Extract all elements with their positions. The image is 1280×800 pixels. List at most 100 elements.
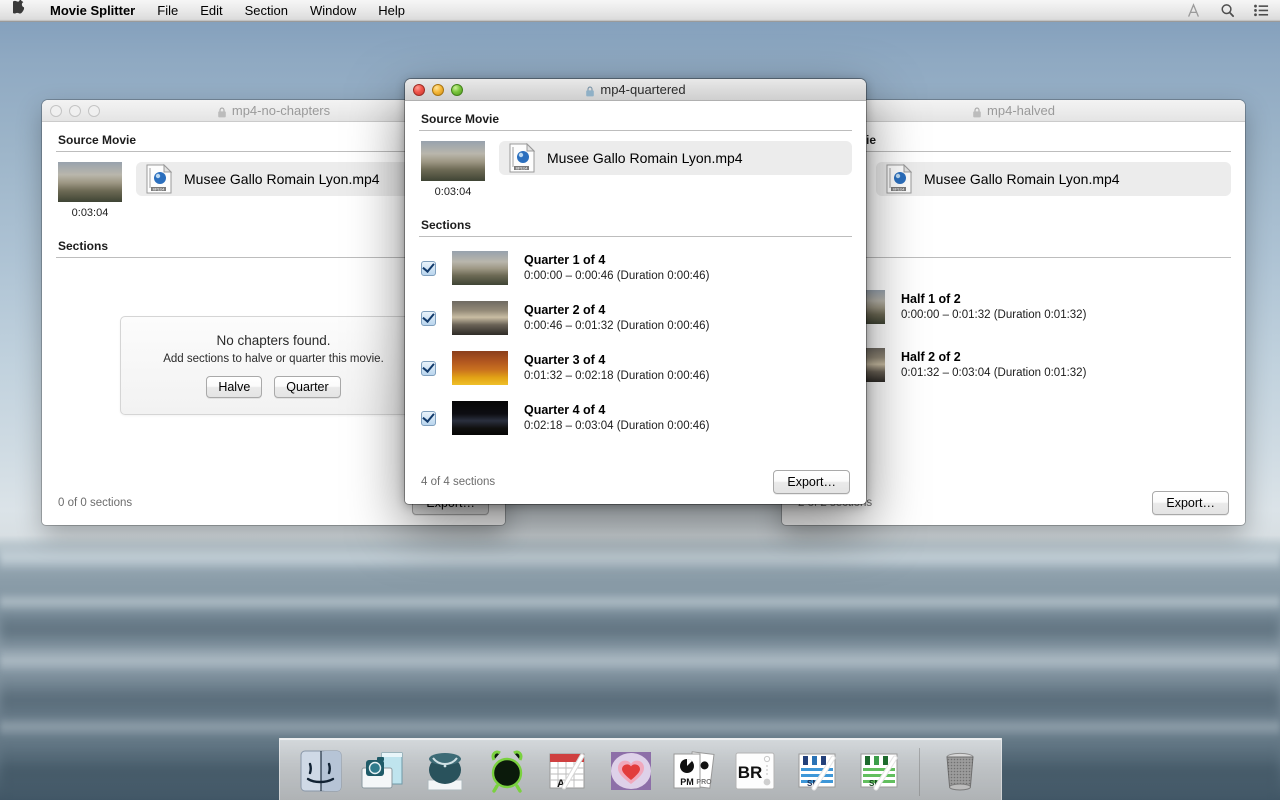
svg-text:PM: PM bbox=[680, 777, 694, 787]
menu-item-section[interactable]: Section bbox=[234, 0, 299, 22]
sections-list-front: Quarter 1 of 4 0:00:00 – 0:00:46 (Duratio… bbox=[405, 237, 866, 443]
section-checkbox[interactable] bbox=[421, 359, 436, 376]
section-info: Half 2 of 2 0:01:32 – 0:03:04 (Duration 0… bbox=[901, 349, 1086, 381]
source-file-front[interactable]: MPEG4 Musee Gallo Romain Lyon.mp4 bbox=[499, 141, 852, 175]
checkmark-icon bbox=[422, 409, 435, 423]
wallpaper-wave bbox=[0, 545, 1280, 571]
dock-item-calendar-paste[interactable]: A bbox=[542, 744, 596, 800]
section-info: Quarter 3 of 4 0:01:32 – 0:02:18 (Duratio… bbox=[524, 352, 709, 384]
svg-text:MPEG4: MPEG4 bbox=[153, 188, 165, 192]
svg-text:PRO: PRO bbox=[696, 779, 712, 786]
menu-bar-status-area bbox=[1184, 2, 1280, 20]
window-controls-front[interactable] bbox=[413, 84, 463, 96]
menu-item-help[interactable]: Help bbox=[367, 0, 416, 22]
quarter-button[interactable]: Quarter bbox=[274, 376, 341, 398]
empty-state-subtitle: Add sections to halve or quarter this mo… bbox=[163, 353, 384, 365]
source-filename-front: Musee Gallo Romain Lyon.mp4 bbox=[547, 150, 743, 166]
section-info: Quarter 4 of 4 0:02:18 – 0:03:04 (Duratio… bbox=[524, 402, 709, 434]
wallpaper-shadow bbox=[0, 610, 1280, 650]
dock-item-finder[interactable] bbox=[294, 744, 348, 800]
window-title-front: mp4-quartered bbox=[585, 82, 686, 97]
section-timerange: 0:00:00 – 0:00:46 (Duration 0:00:46) bbox=[524, 269, 710, 282]
wallpaper-wave bbox=[0, 592, 1280, 612]
dock-item-sm-blue[interactable]: SM bbox=[790, 744, 844, 800]
section-row[interactable]: Quarter 2 of 4 0:00:46 – 0:01:32 (Duratio… bbox=[405, 293, 866, 343]
lock-icon bbox=[972, 106, 982, 118]
window-body-front: Source Movie 0:03:04 MPEG4 Musee Gallo R… bbox=[405, 101, 866, 503]
section-timerange: 0:01:32 – 0:02:18 (Duration 0:00:46) bbox=[524, 369, 710, 382]
minimize-button[interactable] bbox=[432, 84, 444, 96]
section-row[interactable]: Quarter 1 of 4 0:00:00 – 0:00:46 (Duratio… bbox=[405, 243, 866, 293]
export-button-right[interactable]: Export… bbox=[1152, 491, 1229, 515]
mpeg-file-icon: MPEG4 bbox=[886, 163, 913, 194]
dock-shelf: A PM PRO BR SM SM bbox=[278, 738, 1002, 800]
menu-item-window[interactable]: Window bbox=[299, 0, 367, 22]
dock-item-pmpro[interactable]: PM PRO bbox=[666, 744, 720, 800]
svg-text:MPEG4: MPEG4 bbox=[893, 188, 905, 192]
window-title-left-text: mp4-no-chapters bbox=[231, 103, 331, 118]
source-thumbnail-left bbox=[58, 162, 122, 202]
section-title: Half 1 of 2 bbox=[901, 291, 961, 306]
section-count-left: 0 of 0 sections bbox=[58, 497, 133, 509]
wallpaper-wave bbox=[0, 648, 1280, 674]
window-title-front-text: mp4-quartered bbox=[600, 82, 686, 97]
titlebar-front[interactable]: mp4-quartered bbox=[405, 79, 866, 101]
empty-state-buttons: Halve Quarter bbox=[131, 376, 417, 398]
minimize-button[interactable] bbox=[69, 105, 81, 117]
section-timerange: 0:00:00 – 0:01:32 (Duration 0:01:32) bbox=[901, 308, 1087, 321]
zoom-button[interactable] bbox=[88, 105, 100, 117]
close-button[interactable] bbox=[413, 84, 425, 96]
dock-item-imovie[interactable] bbox=[356, 744, 410, 800]
notification-center-icon[interactable] bbox=[1252, 2, 1270, 20]
spotlight-search-icon[interactable] bbox=[1218, 2, 1236, 20]
dock-item-sm-green[interactable]: SM bbox=[852, 744, 906, 800]
halve-button[interactable]: Halve bbox=[206, 376, 263, 398]
section-title: Quarter 4 of 4 bbox=[524, 402, 606, 417]
menu-item-edit[interactable]: Edit bbox=[189, 0, 233, 22]
section-title: Quarter 3 of 4 bbox=[524, 352, 606, 367]
dock-separator bbox=[918, 748, 920, 796]
checkmark-icon bbox=[422, 359, 435, 373]
input-method-icon[interactable] bbox=[1184, 2, 1202, 20]
section-checkbox[interactable] bbox=[421, 309, 436, 326]
window-controls-left[interactable] bbox=[50, 105, 100, 117]
export-button-front[interactable]: Export… bbox=[773, 470, 850, 494]
apple-logo-icon[interactable] bbox=[0, 0, 39, 20]
source-movie-heading-front: Source Movie bbox=[421, 112, 500, 126]
section-thumbnail bbox=[452, 401, 508, 435]
dock-item-alarm-clock[interactable] bbox=[480, 744, 534, 800]
empty-state-panel: No chapters found. Add sections to halve… bbox=[119, 316, 428, 415]
section-checkbox[interactable] bbox=[421, 259, 436, 276]
window-mp4-quartered[interactable]: mp4-quartered Source Movie 0:03:04 MPEG4… bbox=[405, 79, 866, 504]
section-title: Quarter 1 of 4 bbox=[524, 252, 606, 267]
section-title: Quarter 2 of 4 bbox=[524, 302, 606, 317]
zoom-button[interactable] bbox=[451, 84, 463, 96]
empty-state-title: No chapters found. bbox=[216, 333, 331, 348]
dock-item-trash[interactable] bbox=[933, 744, 987, 800]
section-row[interactable]: Quarter 3 of 4 0:01:32 – 0:02:18 (Duratio… bbox=[405, 343, 866, 393]
section-timerange: 0:02:18 – 0:03:04 (Duration 0:00:46) bbox=[524, 419, 710, 432]
source-thumbnail-front bbox=[421, 141, 485, 181]
dock-item-rapidweaver[interactable] bbox=[418, 744, 472, 800]
section-info: Quarter 2 of 4 0:00:46 – 0:01:32 (Duratio… bbox=[524, 302, 709, 334]
menu-item-file[interactable]: File bbox=[146, 0, 189, 22]
source-filename-left: Musee Gallo Romain Lyon.mp4 bbox=[184, 171, 380, 187]
close-button[interactable] bbox=[50, 105, 62, 117]
dock-item-br[interactable]: BR bbox=[728, 744, 782, 800]
section-timerange: 0:01:32 – 0:03:04 (Duration 0:01:32) bbox=[901, 366, 1087, 379]
source-duration-left: 0:03:04 bbox=[71, 207, 109, 219]
section-checkbox[interactable] bbox=[421, 409, 436, 426]
lock-icon bbox=[585, 85, 595, 97]
footer-front: 4 of 4 sections Export… bbox=[405, 461, 866, 503]
menu-bar: Movie Splitter File Edit Section Window … bbox=[0, 0, 1280, 22]
mpeg-file-icon: MPEG4 bbox=[146, 163, 173, 194]
lock-icon bbox=[217, 106, 227, 118]
window-title-left: mp4-no-chapters bbox=[217, 103, 330, 118]
source-file-right[interactable]: MPEG4 Musee Gallo Romain Lyon.mp4 bbox=[876, 162, 1231, 196]
section-row[interactable]: Quarter 4 of 4 0:02:18 – 0:03:04 (Duratio… bbox=[405, 393, 866, 443]
source-thumbnail-block-left: 0:03:04 bbox=[58, 162, 122, 219]
dock-item-heart-album[interactable] bbox=[604, 744, 658, 800]
section-thumbnail bbox=[452, 301, 508, 335]
window-title-right: mp4-halved bbox=[972, 103, 1055, 118]
menu-item-movie-splitter[interactable]: Movie Splitter bbox=[39, 0, 146, 22]
